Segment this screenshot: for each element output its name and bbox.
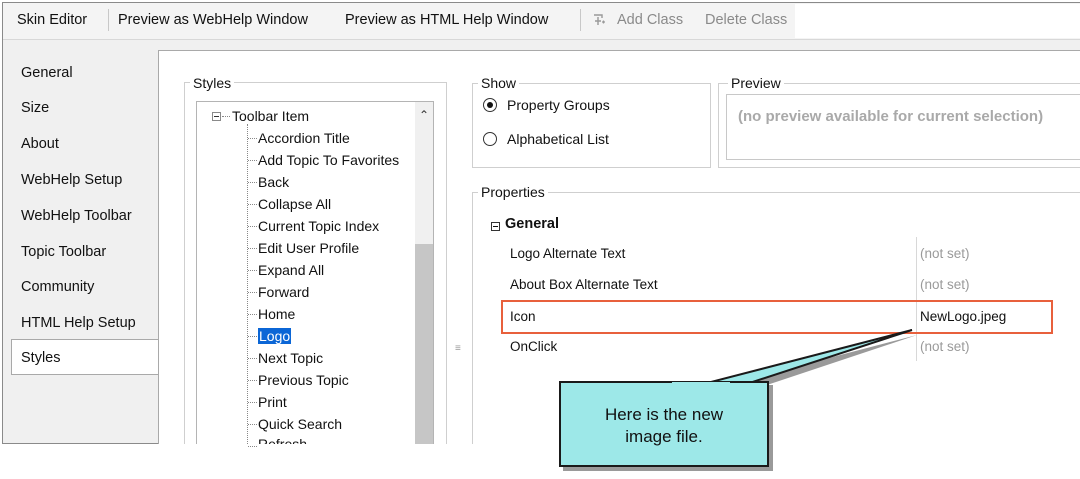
callout-line-2: image file. [625, 427, 703, 446]
callout-line-1: Here is the new [604, 405, 724, 424]
callout-join [672, 382, 730, 388]
callout-pointer [679, 329, 917, 395]
callout-text: Here is the new image file. [559, 404, 769, 448]
